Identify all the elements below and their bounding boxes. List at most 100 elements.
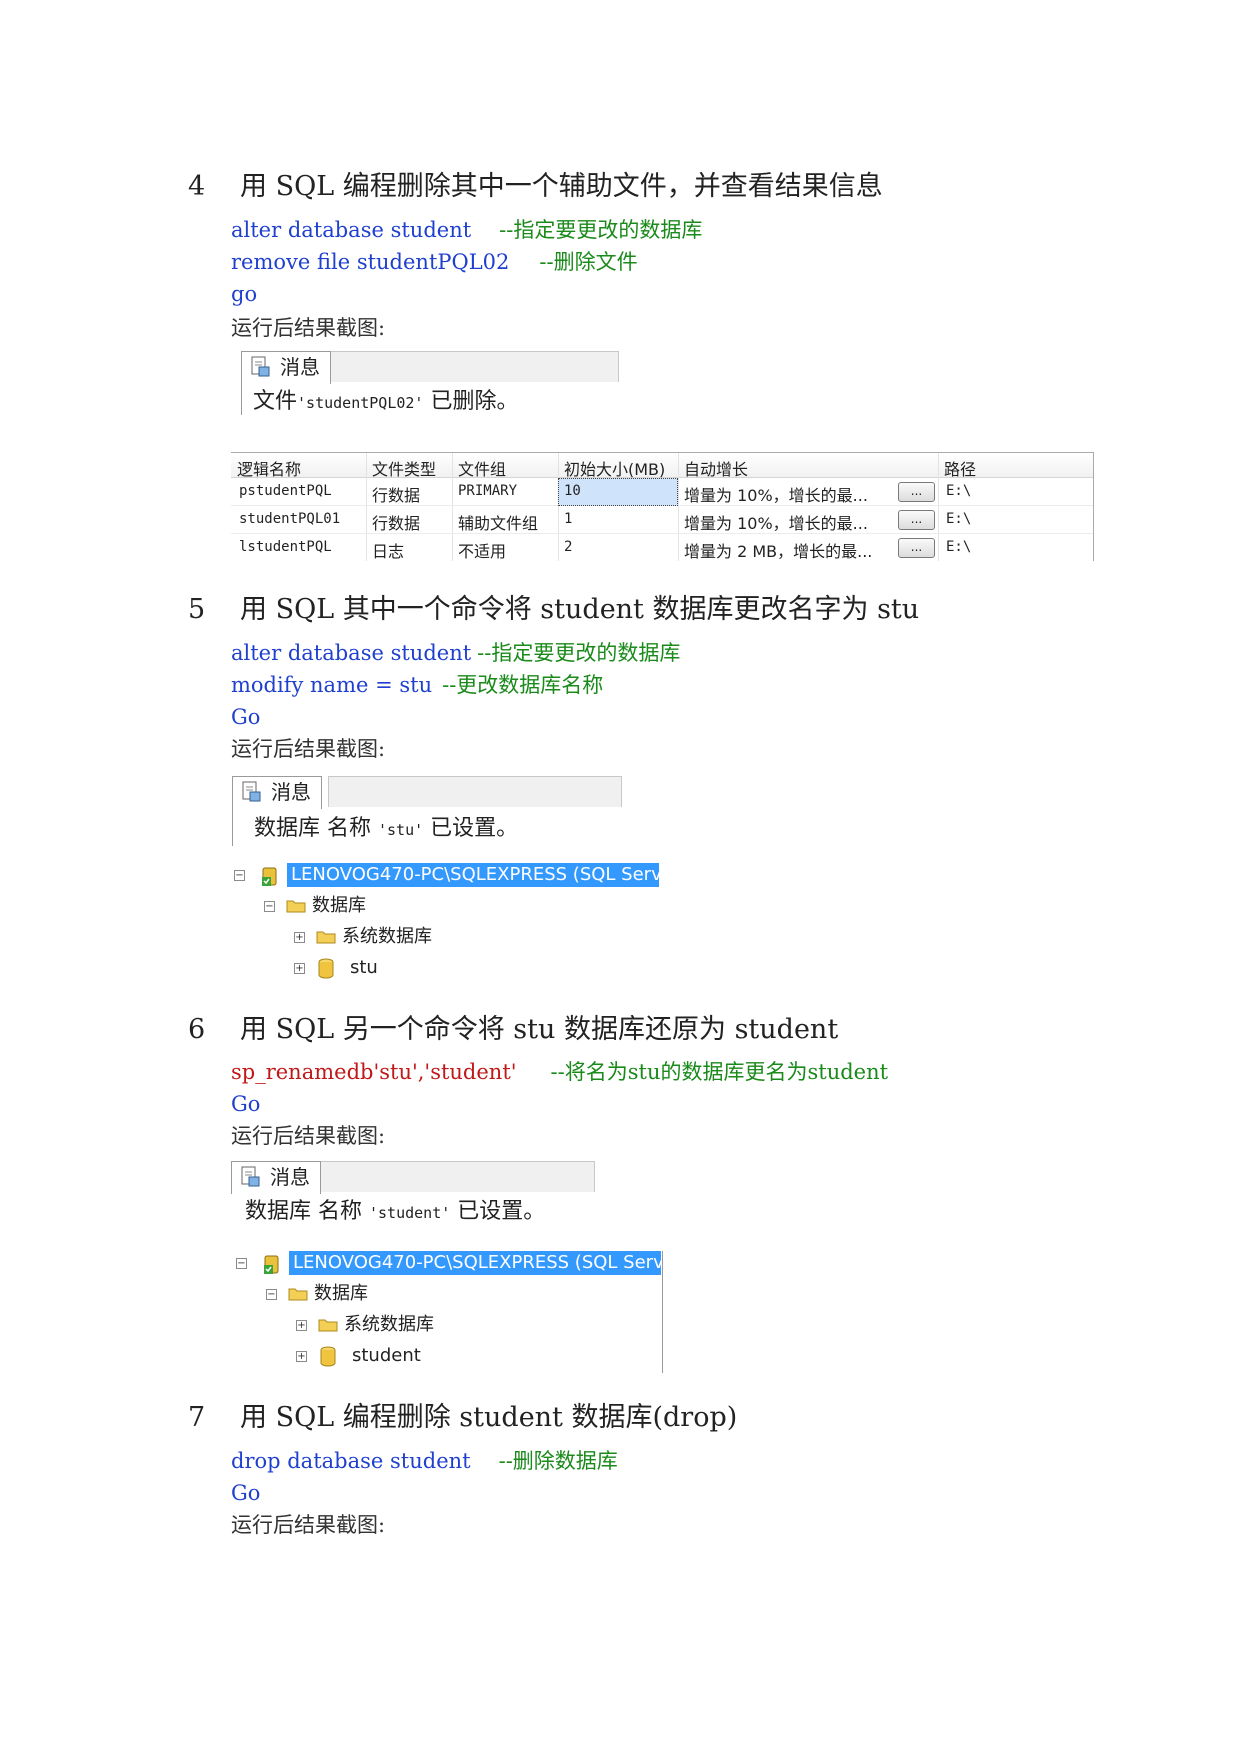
logical-name: lstudentPQL [239, 539, 332, 555]
panel-border [662, 1251, 663, 1373]
section-title: 用 SQL 其中一个命令将 student 数据库更改名字为 stu [240, 594, 920, 625]
tree-node-databases[interactable]: 数据库 [314, 1282, 368, 1306]
message-icon [242, 781, 261, 802]
tab-messages[interactable]: 消息 [231, 1161, 321, 1194]
table-row[interactable]: studentPQL01 行数据 辅助文件组 1 增量为 10%，增长的最...… [231, 505, 1094, 534]
section-number: 6 [188, 1014, 206, 1045]
server-label: LENOVOG470-PC\SQLEXPRESS (SQL Serv [287, 863, 659, 887]
tree-node-databases[interactable]: 数据库 [312, 894, 366, 918]
expand-icon[interactable]: + [294, 963, 305, 974]
section-title: 用 SQL 另一个命令将 stu 数据库还原为 student [240, 1014, 839, 1045]
message-pre: 文件 [253, 389, 298, 414]
section-number: 4 [188, 171, 206, 202]
section-6-heading: 6 用 SQL 另一个命令将 stu 数据库还原为 student [188, 1007, 838, 1046]
file-group: 辅助文件组 [458, 514, 539, 533]
message-mono: 'student' [369, 1204, 451, 1222]
tree-node-system-databases[interactable]: 系统数据库 [342, 925, 432, 949]
file-type: 行数据 [372, 514, 421, 533]
path: E:\ [946, 539, 972, 555]
initial-size[interactable]: 2 [564, 539, 572, 555]
section-title: 用 SQL 编程删除 student 数据库(drop) [240, 1402, 738, 1433]
message-panel: 消息 数据库 名称 'stu' 已设置。 [232, 776, 622, 846]
autogrowth-edit-button[interactable]: ... [898, 482, 935, 502]
code-line: alter database student --指定要更改的数据库 [231, 218, 702, 242]
tab-label: 消息 [280, 355, 320, 379]
tab-label: 消息 [271, 780, 311, 804]
expand-icon[interactable]: + [296, 1320, 307, 1331]
sql-comment: --将名为stu的数据库更名为student [550, 1060, 889, 1084]
server-icon [262, 867, 277, 886]
panel-border [232, 806, 233, 846]
autogrowth: 增量为 10%，增长的最... [684, 486, 868, 505]
file-type: 行数据 [372, 486, 421, 505]
autogrowth-edit-button[interactable]: ... [898, 538, 935, 558]
folder-icon [286, 900, 306, 913]
database-files-table: 逻辑名称 文件类型 文件组 初始大小(MB) 自动增长 路径 pstudentP… [231, 452, 1094, 561]
node-label: 数据库 [314, 1283, 368, 1304]
autogrowth-edit-button[interactable]: ... [898, 510, 935, 530]
result-caption: 运行后结果截图: [231, 737, 386, 761]
code-line: Go [231, 1092, 260, 1116]
expand-icon[interactable]: + [294, 932, 305, 943]
tree-node-system-databases[interactable]: 系统数据库 [344, 1313, 434, 1337]
message-panel: 消息 数据库 名称 'student' 已设置。 [231, 1161, 595, 1227]
collapse-icon[interactable]: − [234, 870, 245, 881]
code-line: go [231, 282, 257, 306]
code-line: Go [231, 1481, 260, 1505]
message-post: 已删除。 [423, 389, 519, 414]
section-title: 用 SQL 编程删除其中一个辅助文件，并查看结果信息 [240, 171, 883, 202]
collapse-icon[interactable]: − [266, 1289, 277, 1300]
collapse-icon[interactable]: − [236, 1258, 247, 1269]
object-explorer-tree: − LENOVOG470-PC\SQLEXPRESS (SQL Serv − 数… [234, 1251, 664, 1376]
tab-messages[interactable]: 消息 [241, 351, 331, 384]
panel-border [241, 381, 242, 415]
sql-comment: --指定要更改的数据库 [499, 218, 703, 242]
section-7-heading: 7 用 SQL 编程删除 student 数据库(drop) [188, 1395, 737, 1434]
message-text: 数据库 名称 'student' 已设置。 [245, 1193, 545, 1225]
table-header: 逻辑名称 文件类型 文件组 初始大小(MB) 自动增长 路径 [231, 453, 1094, 479]
tree-node-database[interactable]: stu [350, 956, 378, 980]
initial-size[interactable]: 10 [564, 483, 581, 499]
sql-code: modify name = stu [231, 673, 433, 697]
section-number: 5 [188, 594, 206, 625]
tree-node-server[interactable]: LENOVOG470-PC\SQLEXPRESS (SQL Serv [289, 1251, 661, 1275]
expand-icon[interactable]: + [296, 1351, 307, 1362]
node-label: 系统数据库 [342, 926, 432, 947]
tab-strip [325, 351, 619, 382]
file-group: 不适用 [458, 542, 507, 561]
sql-comment: --指定要更改的数据库 [477, 641, 681, 665]
initial-size[interactable]: 1 [564, 511, 572, 527]
sql-code: alter database student [231, 641, 472, 665]
section-number: 7 [188, 1402, 206, 1433]
message-post: 已设置。 [450, 1199, 546, 1224]
sql-code: sp_renamedb'stu','student' [231, 1060, 517, 1084]
tab-strip [328, 776, 622, 807]
message-mono: 'studentPQL02' [297, 394, 424, 412]
file-type: 日志 [372, 542, 405, 561]
folder-icon [318, 1319, 338, 1332]
node-label: 系统数据库 [344, 1314, 434, 1335]
tab-messages[interactable]: 消息 [232, 776, 322, 809]
code-line: sp_renamedb'stu','student' --将名为stu的数据库更名… [231, 1060, 888, 1084]
tree-node-database[interactable]: student [352, 1344, 421, 1368]
table-row[interactable]: pstudentPQL 行数据 PRIMARY 10 增量为 10%，增长的最.… [231, 477, 1094, 506]
sql-code: drop database student [231, 1449, 471, 1473]
sql-comment: --删除数据库 [498, 1449, 618, 1473]
message-icon [251, 356, 270, 377]
file-group: PRIMARY [458, 483, 518, 499]
message-text: 文件'studentPQL02' 已删除。 [253, 383, 518, 415]
path: E:\ [946, 483, 972, 499]
sql-code: Go [231, 1092, 261, 1116]
message-text: 数据库 名称 'stu' 已设置。 [254, 810, 518, 842]
node-label: student [352, 1345, 421, 1366]
autogrowth: 增量为 2 MB，增长的最... [684, 542, 873, 561]
database-icon [318, 958, 334, 979]
collapse-icon[interactable]: − [264, 901, 275, 912]
folder-icon [288, 1288, 308, 1301]
message-mono: 'stu' [378, 821, 424, 839]
node-label: 数据库 [312, 895, 366, 916]
tree-node-server[interactable]: LENOVOG470-PC\SQLEXPRESS (SQL Serv [287, 863, 659, 887]
table-row[interactable]: lstudentPQL 日志 不适用 2 增量为 2 MB，增长的最... ..… [231, 533, 1094, 561]
code-line: drop database student --删除数据库 [231, 1449, 618, 1473]
code-line: Go [231, 705, 260, 729]
